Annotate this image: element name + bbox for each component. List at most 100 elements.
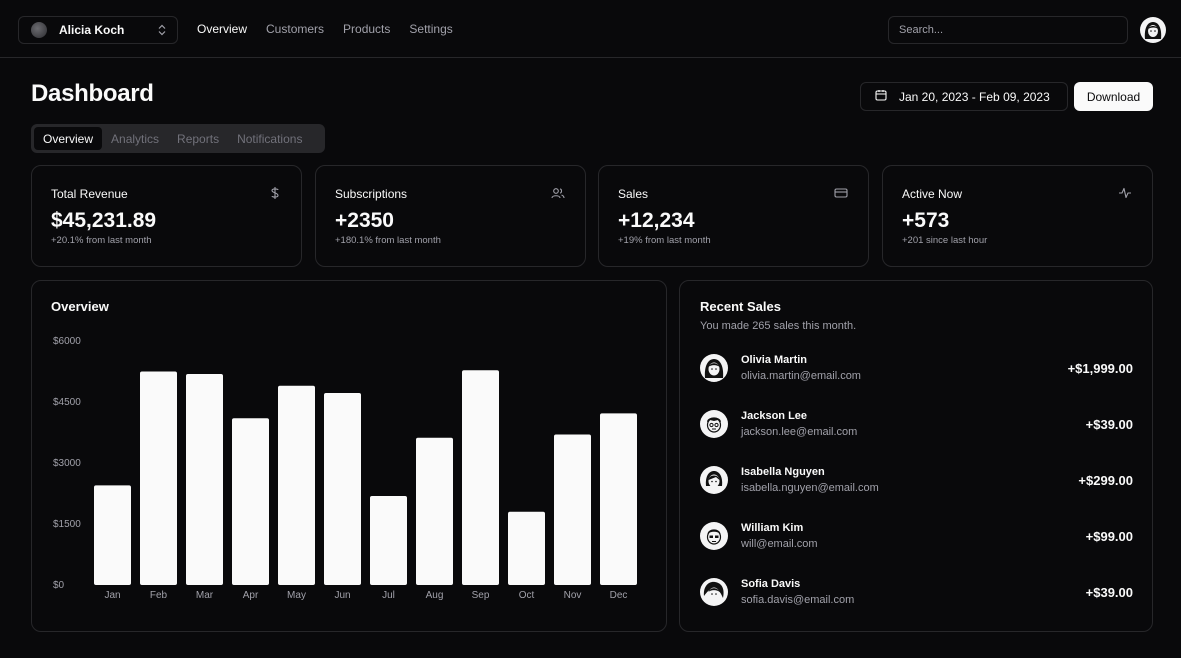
bar-jun bbox=[324, 393, 361, 585]
x-tick-label: Jun bbox=[334, 590, 350, 601]
tab-overview[interactable]: Overview bbox=[34, 127, 103, 150]
x-tick-label: Feb bbox=[150, 590, 168, 601]
sale-amount: +$39.00 bbox=[1085, 417, 1133, 432]
search-input[interactable] bbox=[888, 16, 1128, 44]
sale-row: Olivia Martin olivia.martin@email.com +$… bbox=[700, 353, 1133, 385]
users-icon bbox=[551, 186, 565, 204]
stat-value: $45,231.89 bbox=[51, 209, 157, 232]
stat-title: Active Now bbox=[902, 187, 963, 201]
y-tick-label: $1500 bbox=[53, 519, 81, 530]
bar-aug bbox=[416, 437, 453, 585]
stat-card-sales: Sales +12,234 +19% from last month bbox=[598, 165, 869, 267]
stat-change: +180.1% from last month bbox=[335, 235, 441, 246]
sale-customer-email: sofia.davis@email.com bbox=[741, 594, 855, 606]
stat-card-subscriptions: Subscriptions +2350 +180.1% from last mo… bbox=[315, 165, 586, 267]
stat-card-active-now: Active Now +573 +201 since last hour bbox=[882, 165, 1153, 267]
sale-customer-name: William Kim bbox=[741, 522, 804, 534]
page-title: Dashboard bbox=[31, 80, 154, 107]
y-tick-label: $6000 bbox=[53, 336, 81, 347]
sale-row: Jackson Lee jackson.lee@email.com +$39.0… bbox=[700, 409, 1133, 441]
team-name: Alicia Koch bbox=[59, 23, 125, 37]
avatar bbox=[700, 522, 728, 550]
sale-row: Sofia Davis sofia.davis@email.com +$39.0… bbox=[700, 577, 1133, 609]
x-tick-label: Jul bbox=[382, 590, 395, 601]
dashboard-tabs: Overview Analytics Reports Notifications bbox=[31, 124, 325, 153]
sale-customer-email: jackson.lee@email.com bbox=[741, 426, 858, 438]
date-range-label: Jan 20, 2023 - Feb 09, 2023 bbox=[899, 89, 1050, 104]
x-tick-label: Apr bbox=[243, 590, 259, 601]
chevrons-up-down-icon bbox=[157, 24, 167, 36]
activity-icon bbox=[1118, 186, 1132, 204]
sale-customer-name: Jackson Lee bbox=[741, 410, 808, 422]
x-tick-label: Jan bbox=[104, 590, 120, 601]
sale-customer-name: Sofia Davis bbox=[741, 578, 801, 590]
user-avatar[interactable] bbox=[1140, 17, 1166, 43]
stat-value: +2350 bbox=[335, 209, 394, 232]
overview-bar-chart: $6000 $4500 $3000 $1500 $0 Jan Feb Mar Apr May Jun… bbox=[53, 336, 637, 601]
stat-change: +201 since last hour bbox=[902, 235, 988, 246]
bar-dec bbox=[600, 413, 637, 585]
sale-amount: +$39.00 bbox=[1085, 585, 1133, 600]
sale-customer-email: olivia.martin@email.com bbox=[741, 370, 861, 382]
x-tick-label: Mar bbox=[196, 590, 214, 601]
x-tick-label: Oct bbox=[519, 590, 535, 601]
sale-row: William Kim will@email.com +$99.00 bbox=[700, 521, 1133, 553]
recent-sales-subtitle: You made 265 sales this month. bbox=[700, 320, 857, 332]
bar-mar bbox=[186, 373, 223, 585]
stat-title: Total Revenue bbox=[51, 187, 128, 201]
bar-feb bbox=[140, 371, 177, 585]
avatar bbox=[700, 354, 728, 382]
team-avatar bbox=[31, 22, 47, 38]
sale-customer-email: will@email.com bbox=[741, 538, 818, 550]
top-navbar: Alicia Koch Overview Customers Products … bbox=[0, 0, 1181, 58]
stat-change: +19% from last month bbox=[618, 235, 711, 246]
overview-card: Overview $6000 $4500 $3000 $1500 $0 Jan Feb Mar… bbox=[31, 280, 667, 632]
tab-analytics[interactable]: Analytics bbox=[102, 127, 168, 150]
avatar bbox=[700, 466, 728, 494]
avatar bbox=[700, 578, 728, 606]
y-tick-label: $4500 bbox=[53, 397, 81, 408]
tab-reports[interactable]: Reports bbox=[168, 127, 228, 150]
stat-title: Sales bbox=[618, 187, 649, 201]
sale-customer-name: Isabella Nguyen bbox=[741, 466, 825, 478]
bar-sep bbox=[462, 370, 499, 585]
stat-value: +573 bbox=[902, 209, 950, 232]
sale-row: Isabella Nguyen isabella.nguyen@email.co… bbox=[700, 465, 1133, 497]
download-button[interactable]: Download bbox=[1074, 82, 1153, 111]
nav-customers[interactable]: Customers bbox=[266, 22, 324, 36]
bar-jan bbox=[94, 485, 131, 585]
bar-apr bbox=[232, 418, 269, 585]
x-tick-label: Nov bbox=[564, 590, 582, 601]
credit-card-icon bbox=[834, 186, 848, 204]
stat-change: +20.1% from last month bbox=[51, 235, 152, 246]
x-tick-label: May bbox=[287, 590, 306, 601]
recent-sales-card: Recent Sales You made 265 sales this mon… bbox=[679, 280, 1153, 632]
recent-sales-title: Recent Sales bbox=[700, 299, 781, 314]
bar-oct bbox=[508, 511, 545, 585]
bar-may bbox=[278, 385, 315, 585]
bar-nov bbox=[554, 434, 591, 585]
sale-amount: +$1,999.00 bbox=[1067, 361, 1133, 376]
stat-value: +12,234 bbox=[618, 209, 695, 232]
nav-products[interactable]: Products bbox=[343, 22, 390, 36]
sale-customer-name: Olivia Martin bbox=[741, 354, 808, 366]
y-tick-label: $3000 bbox=[53, 458, 81, 469]
stat-title: Subscriptions bbox=[335, 187, 408, 201]
sale-customer-email: isabella.nguyen@email.com bbox=[741, 482, 879, 494]
y-tick-label: $0 bbox=[53, 580, 65, 591]
avatar bbox=[700, 410, 728, 438]
nav-settings[interactable]: Settings bbox=[409, 22, 452, 36]
x-tick-label: Sep bbox=[472, 590, 490, 601]
nav-overview[interactable]: Overview bbox=[197, 22, 247, 36]
team-switcher[interactable]: Alicia Koch bbox=[18, 16, 178, 44]
sale-amount: +$99.00 bbox=[1085, 529, 1133, 544]
sale-amount: +$299.00 bbox=[1078, 473, 1133, 488]
calendar-icon bbox=[875, 89, 887, 104]
stat-card-total-revenue: Total Revenue $45,231.89 +20.1% from las… bbox=[31, 165, 302, 267]
bar-jul bbox=[370, 495, 407, 585]
tab-notifications[interactable]: Notifications bbox=[228, 127, 311, 150]
date-range-picker[interactable]: Jan 20, 2023 - Feb 09, 2023 bbox=[860, 82, 1068, 111]
main-nav: Overview Customers Products Settings bbox=[197, 22, 472, 36]
x-tick-label: Dec bbox=[610, 590, 628, 601]
dollar-icon bbox=[269, 186, 281, 205]
